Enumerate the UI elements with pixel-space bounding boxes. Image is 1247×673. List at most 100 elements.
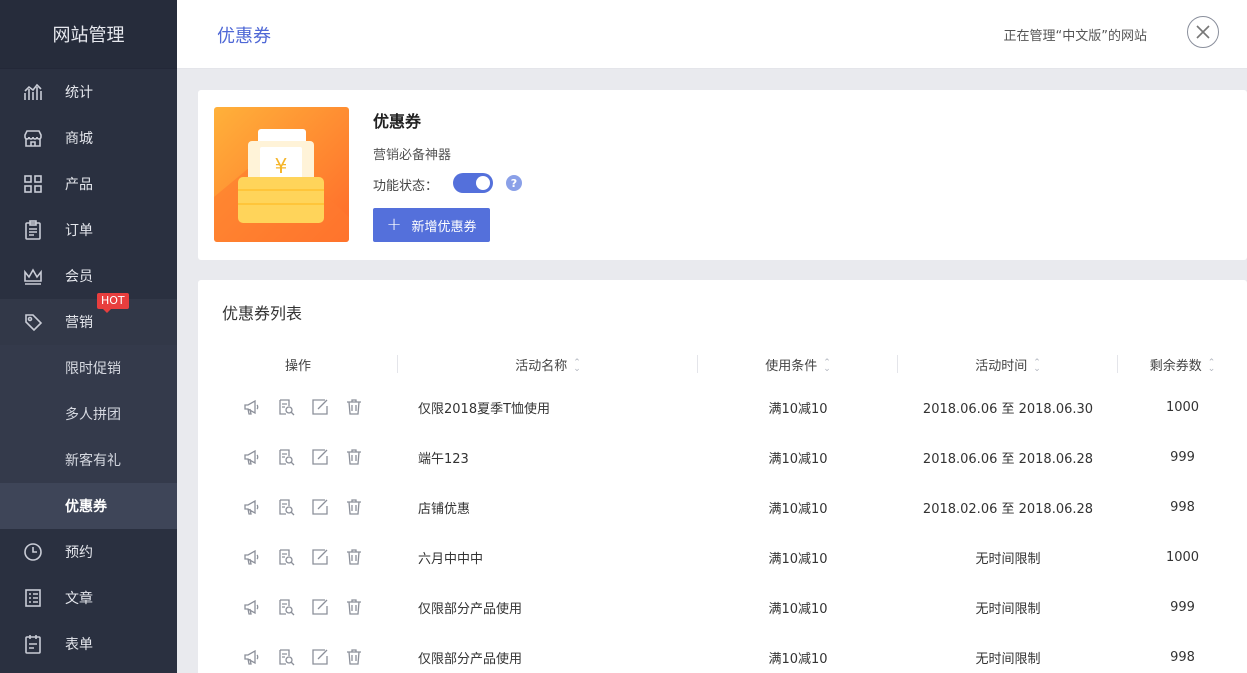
- row-actions: [198, 582, 398, 632]
- brand-title: 网站管理: [0, 0, 177, 69]
- sidebar-item-store[interactable]: 商城: [0, 115, 177, 161]
- feature-status-label: 功能状态：: [373, 179, 439, 194]
- store-icon: [22, 127, 44, 149]
- cell-condition: 满10减10: [768, 501, 828, 517]
- cell-activity-time: 2018.02.06 至 2018.06.28: [922, 501, 1094, 517]
- column-header-actions: 操作: [198, 346, 398, 382]
- cell-remaining: 998: [1170, 649, 1195, 665]
- sidebar-item-members[interactable]: 会员: [0, 253, 177, 299]
- promote-icon[interactable]: [243, 598, 261, 616]
- row-actions: [198, 382, 398, 432]
- view-detail-icon[interactable]: [277, 548, 295, 566]
- cell-condition: 满10减10: [768, 551, 828, 567]
- view-detail-icon[interactable]: [277, 648, 295, 666]
- sidebar-subitem-coupons[interactable]: 优惠券: [0, 483, 177, 529]
- cell-condition: 满10减10: [768, 651, 828, 667]
- yen-symbol: ¥: [275, 154, 288, 178]
- table-row: 端午123 满10减10 2018.06.06 至 2018.06.28 999: [198, 432, 1247, 482]
- delete-icon[interactable]: [345, 398, 363, 416]
- row-actions: [198, 432, 398, 482]
- coupon-table: 操作 活动名称 ⌃ ⌄ 使用条件 ⌃ ⌄ 活动时间 ⌃ ⌄ 剩余券数 ⌃ ⌄ 仅限2018夏季T…: [198, 346, 1247, 673]
- edit-icon[interactable]: [311, 498, 329, 516]
- promote-icon[interactable]: [243, 398, 261, 416]
- coupon-feature-image: ¥: [214, 107, 349, 242]
- feature-description: 营销必备神器: [373, 148, 452, 163]
- sidebar-subitem-new-customer[interactable]: 新客有礼: [0, 437, 177, 483]
- sidebar-item-label: 会员: [65, 269, 93, 285]
- cell-condition: 满10减10: [768, 601, 828, 617]
- edit-icon[interactable]: [311, 598, 329, 616]
- sort-icon: ⌃ ⌄: [1207, 358, 1216, 374]
- cell-condition: 满10减10: [768, 451, 828, 467]
- delete-icon[interactable]: [345, 448, 363, 466]
- add-coupon-button[interactable]: + 新增优惠券: [373, 208, 490, 242]
- table-row: 仅限部分产品使用 满10减10 无时间限制 998: [198, 632, 1247, 673]
- view-detail-icon[interactable]: [277, 598, 295, 616]
- row-actions: [198, 632, 398, 673]
- cell-activity-time: 2018.06.06 至 2018.06.28: [922, 451, 1094, 467]
- edit-icon[interactable]: [311, 648, 329, 666]
- cell-activity-time: 无时间限制: [975, 551, 1041, 567]
- promote-icon[interactable]: [243, 648, 261, 666]
- sidebar-item-label: 统计: [65, 85, 93, 101]
- table-row: 六月中中中 满10减10 无时间限制 1000: [198, 532, 1247, 582]
- sidebar-item-label: 预约: [65, 545, 93, 561]
- close-icon: [1196, 25, 1210, 39]
- plus-icon: +: [386, 214, 402, 235]
- sidebar-item-marketing[interactable]: 营销: [0, 299, 177, 345]
- cell-remaining: 1000: [1165, 399, 1200, 415]
- sidebar-subitem-group-buy[interactable]: 多人拼团: [0, 391, 177, 437]
- view-detail-icon[interactable]: [277, 448, 295, 466]
- sidebar-item-stats[interactable]: 统计: [0, 69, 177, 115]
- cell-activity-name: 仅限部分产品使用: [418, 601, 523, 617]
- sidebar-item-label: 文章: [65, 591, 93, 607]
- sidebar-item-articles[interactable]: 文章: [0, 575, 177, 621]
- clock-icon: [22, 541, 44, 563]
- hot-badge: HOT: [97, 293, 129, 313]
- cell-activity-name: 端午123: [418, 451, 469, 467]
- edit-icon[interactable]: [311, 448, 329, 466]
- sidebar: 网站管理 统计 商城 产品 订单 会员 营销 限时促销 多人拼团 新客有礼 优惠…: [0, 0, 177, 673]
- promote-icon[interactable]: [243, 498, 261, 516]
- coupon-list-title: 优惠券列表: [222, 304, 303, 323]
- sidebar-item-label: 商城: [65, 131, 93, 147]
- cell-remaining: 1000: [1165, 549, 1200, 565]
- view-detail-icon[interactable]: [277, 398, 295, 416]
- cell-activity-name: 仅限2018夏季T恤使用: [418, 401, 551, 417]
- feature-status-toggle[interactable]: [453, 173, 493, 193]
- article-icon: [22, 587, 44, 609]
- delete-icon[interactable]: [345, 548, 363, 566]
- sidebar-item-booking[interactable]: 预约: [0, 529, 177, 575]
- column-header-remaining[interactable]: 剩余券数 ⌃ ⌄: [1118, 346, 1247, 382]
- sort-icon: ⌃ ⌄: [1033, 358, 1041, 374]
- edit-icon[interactable]: [311, 548, 329, 566]
- sidebar-item-label: 产品: [65, 177, 93, 193]
- page-title: 优惠券: [217, 26, 271, 47]
- edit-icon[interactable]: [311, 398, 329, 416]
- delete-icon[interactable]: [345, 648, 363, 666]
- sort-icon: ⌃ ⌄: [823, 358, 831, 374]
- sidebar-item-orders[interactable]: 订单: [0, 207, 177, 253]
- column-header-condition[interactable]: 使用条件 ⌃ ⌄: [698, 346, 898, 382]
- table-header-row: 操作 活动名称 ⌃ ⌄ 使用条件 ⌃ ⌄ 活动时间 ⌃ ⌄ 剩余券数 ⌃ ⌄: [198, 346, 1247, 382]
- crown-icon: [22, 265, 44, 287]
- sidebar-item-products[interactable]: 产品: [0, 161, 177, 207]
- column-header-name[interactable]: 活动名称 ⌃ ⌄: [398, 346, 698, 382]
- delete-icon[interactable]: [345, 498, 363, 516]
- promote-icon[interactable]: [243, 448, 261, 466]
- row-actions: [198, 532, 398, 582]
- help-icon[interactable]: ?: [506, 175, 522, 191]
- delete-icon[interactable]: [345, 598, 363, 616]
- marketing-submenu: 限时促销 多人拼团 新客有礼 优惠券: [0, 345, 177, 529]
- column-header-time[interactable]: 活动时间 ⌃ ⌄: [898, 346, 1118, 382]
- view-detail-icon[interactable]: [277, 498, 295, 516]
- form-icon: [22, 633, 44, 655]
- cell-remaining: 999: [1170, 599, 1195, 615]
- tag-icon: [22, 311, 44, 333]
- close-button[interactable]: [1187, 16, 1219, 48]
- sidebar-subitem-flash-sale[interactable]: 限时促销: [0, 345, 177, 391]
- promote-icon[interactable]: [243, 548, 261, 566]
- sidebar-item-label: 营销: [65, 315, 93, 331]
- sidebar-item-forms[interactable]: 表单: [0, 621, 177, 667]
- cell-activity-time: 2018.06.06 至 2018.06.30: [922, 401, 1094, 417]
